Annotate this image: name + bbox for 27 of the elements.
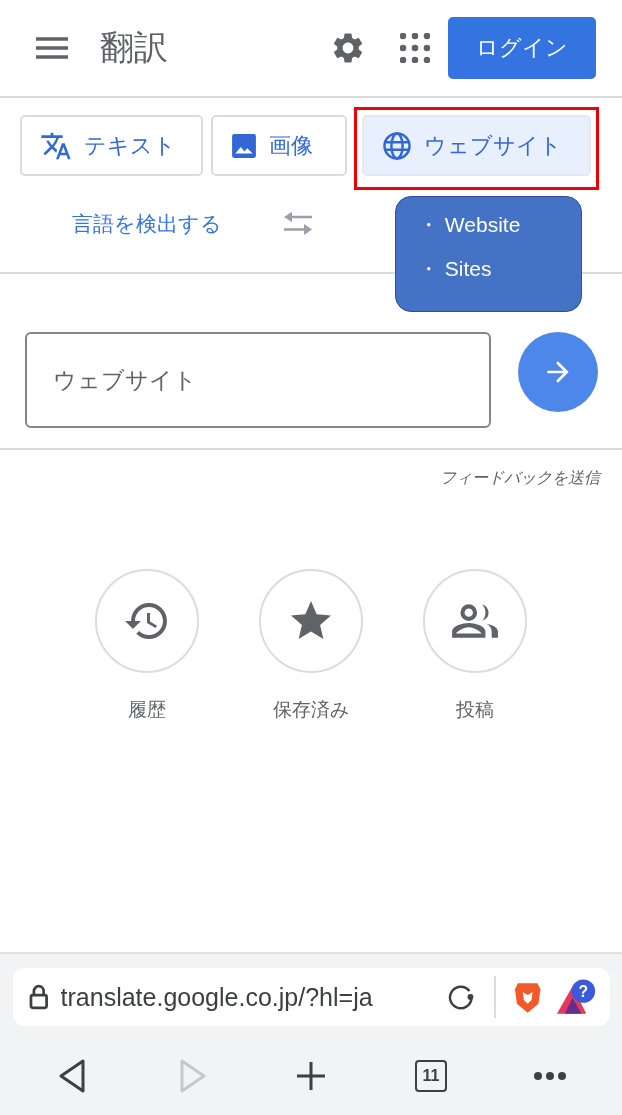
url-input-field[interactable]: ウェブサイト <box>25 332 491 428</box>
shortcut-label: 履歴 <box>128 697 166 722</box>
login-button[interactable]: ログイン <box>448 17 596 79</box>
detect-language-link[interactable]: 言語を検出する <box>72 210 222 238</box>
shortcut-label: 投稿 <box>456 697 494 722</box>
reload-icon[interactable] <box>446 982 476 1012</box>
swap-icon[interactable] <box>282 211 314 237</box>
shortcut-label: 保存済み <box>273 697 349 722</box>
callout-bullet: ・ Website <box>418 212 522 238</box>
new-tab-button[interactable] <box>295 1060 328 1092</box>
lion-shield-icon[interactable] <box>513 980 541 1014</box>
tab-count-button[interactable]: 11 <box>414 1060 447 1092</box>
url-text: translate.google.co.jp/?hl=ja <box>60 982 374 1012</box>
mode-tab[interactable]: ウェブサイト <box>362 115 591 176</box>
globe-icon <box>382 130 412 161</box>
address-bar[interactable]: translate.google.co.jp/?hl=ja ? <box>13 968 610 1026</box>
mode-tab[interactable]: 画像 <box>211 115 347 176</box>
apps-icon[interactable] <box>400 33 430 63</box>
feedback-link[interactable]: フィードバックを送信 <box>440 468 600 489</box>
app-title: 翻訳 <box>100 26 169 69</box>
lock-icon <box>29 984 49 1010</box>
image-icon <box>231 132 257 159</box>
mode-tab[interactable]: テキスト <box>20 115 203 176</box>
callout-bullet: ・ Sites <box>418 256 493 282</box>
help-mark: ? <box>578 983 589 1000</box>
menu-icon[interactable] <box>36 37 68 59</box>
more-button[interactable] <box>534 1071 567 1081</box>
